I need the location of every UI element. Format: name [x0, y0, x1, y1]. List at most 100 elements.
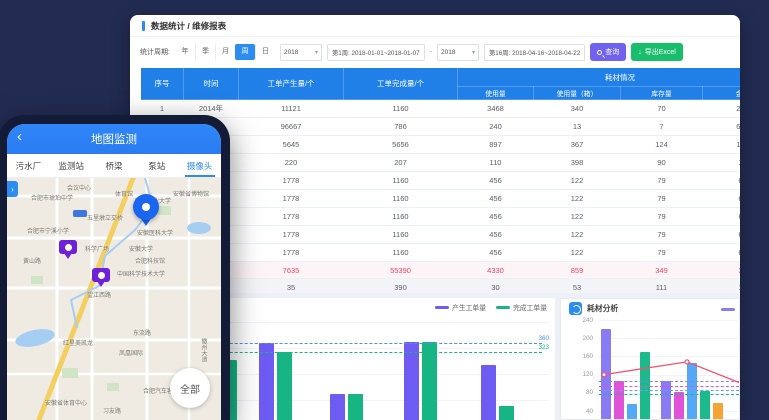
show-all-button[interactable]: 全部	[170, 368, 210, 408]
gridline	[599, 375, 739, 376]
table-cell: 456	[458, 226, 534, 244]
table-body: 12014年1112111603468340702502966677862401…	[141, 100, 741, 294]
table-cell: 340	[534, 100, 621, 118]
table-row: 296667786240137690	[141, 118, 741, 136]
table-cell: 110	[458, 154, 534, 172]
total-cell: 4330	[458, 262, 534, 279]
table-cell: 122	[534, 244, 621, 262]
table-cell: 3468	[458, 100, 534, 118]
filter-label: 统计周期:	[140, 47, 170, 57]
week-end-input[interactable]: 第16周: 2018-04-16~2018-04-22	[484, 44, 585, 61]
gridline	[599, 338, 739, 339]
map-view[interactable]: 会议中心合肥市琥珀中学体育馆安徽农业大学安徽省博物馆五里墩立交桥合肥市宁溪小学安…	[7, 178, 221, 420]
table-cell: 786	[344, 118, 458, 136]
column-header: 时间	[184, 68, 239, 100]
bar	[713, 403, 723, 420]
column-header: 工单产生量/个	[239, 68, 344, 100]
selected-location-pin[interactable]	[133, 194, 159, 230]
period-option-年[interactable]: 年	[175, 44, 195, 60]
tab-污水厂[interactable]: 污水厂	[7, 154, 50, 177]
back-button[interactable]: ‹	[17, 128, 22, 145]
table-row: 6177811604561227967	[141, 190, 741, 208]
table-cell: 1160	[344, 226, 458, 244]
tab-泵站[interactable]: 泵站	[135, 154, 178, 177]
total-row: 合计763555390433085934933	[141, 262, 741, 279]
table-cell: 122	[534, 208, 621, 226]
query-button[interactable]: 查询	[590, 43, 626, 61]
camera-marker[interactable]	[92, 268, 110, 288]
table-cell: 79	[621, 226, 703, 244]
panel-expander-chip[interactable]: ›	[7, 181, 18, 197]
table-cell: 7	[621, 118, 703, 136]
period-option-季[interactable]: 季	[195, 44, 215, 60]
average-cell: 30	[458, 279, 534, 294]
table-cell: 96667	[239, 118, 344, 136]
table-cell: 456	[458, 172, 534, 190]
table-cell: 5656	[344, 136, 458, 154]
bar-完成工单量	[277, 352, 292, 420]
map-label: 合肥市宁溪小学	[27, 226, 69, 235]
group-header: 耗材情况	[458, 68, 741, 87]
camera-icon	[59, 240, 77, 254]
table-cell: 67	[703, 172, 741, 190]
road-number-badge	[73, 210, 87, 217]
table-cell: 122	[534, 226, 621, 244]
map-label: 安徽省体育中心	[45, 398, 87, 407]
screen-background: 数据统计 / 维修报表 统计周期: 年季月周日 2018 ▾ 第1周: 2018…	[0, 0, 769, 420]
table-cell: 1778	[239, 244, 344, 262]
map-label: 中国科学技术大学	[117, 269, 165, 278]
period-option-周[interactable]: 周	[235, 44, 255, 60]
table-cell: 456	[458, 208, 534, 226]
table-cell: 67	[703, 190, 741, 208]
table-cell: 1778	[239, 190, 344, 208]
bar-完成工单量	[422, 342, 437, 420]
reference-line	[599, 390, 739, 391]
tab-摄像头[interactable]: 摄像头	[178, 154, 221, 177]
tab-监测站[interactable]: 监测站	[50, 154, 93, 177]
year-end-select[interactable]: 2018 ▾	[437, 44, 479, 61]
average-row: 平均值35390305311114	[141, 279, 741, 294]
table-cell: 79	[621, 208, 703, 226]
map-label: 安徽省博物馆	[173, 189, 209, 198]
reference-line	[599, 381, 739, 382]
filter-bar: 统计周期: 年季月周日 2018 ▾ 第1周: 2018-01-01~2018-…	[130, 37, 740, 67]
table-cell: 122	[534, 190, 621, 208]
week-start-input[interactable]: 第1周: 2018-01-01~2018-01-07	[327, 44, 425, 61]
export-excel-button[interactable]: ↓ 导出Excel	[631, 43, 683, 61]
map-label: 科学广场	[85, 244, 109, 253]
search-icon	[597, 50, 602, 55]
period-option-月[interactable]: 月	[215, 44, 235, 60]
bar	[627, 404, 637, 420]
map-label: 合肥科技馆	[135, 256, 165, 265]
table-cell: 5645	[239, 136, 344, 154]
table-cell: 897	[458, 136, 534, 154]
phone-mockup: ‹ 地图监测 污水厂监测站桥梁泵站摄像头	[0, 115, 230, 420]
y-axis-label: 160	[563, 353, 593, 360]
table-cell: 122	[534, 172, 621, 190]
gridline	[599, 356, 739, 357]
total-cell: 859	[534, 262, 621, 279]
table-row: 42202071103989019	[141, 154, 741, 172]
year-start-select[interactable]: 2018 ▾	[280, 44, 322, 61]
breadcrumb-accent-bar	[142, 21, 145, 31]
average-cell: 35	[239, 279, 344, 294]
map-label: 习友路	[103, 406, 121, 415]
report-table: 序号时间工单产生量/个工单完成量/个耗材情况使用量使用量（箱）库存量金额1201…	[140, 67, 740, 293]
table-row: 12014年111211160346834070250	[141, 100, 741, 118]
download-icon: ↓	[638, 49, 642, 56]
table-cell: 67	[703, 208, 741, 226]
map-label: 徽州大道	[199, 338, 208, 362]
camera-marker[interactable]	[59, 240, 77, 260]
period-option-日[interactable]: 日	[255, 44, 275, 60]
table-cell: 1160	[344, 208, 458, 226]
y-axis-label: 240	[563, 317, 593, 324]
column-header: 序号	[141, 68, 184, 100]
table-row: 7177811604561227967	[141, 208, 741, 226]
table-head: 序号时间工单产生量/个工单完成量/个耗材情况使用量使用量（箱）库存量金额	[141, 68, 741, 100]
reference-label: 323	[538, 344, 549, 351]
map-label: 合肥市琥珀中学	[31, 193, 73, 202]
table-cell: 240	[458, 118, 534, 136]
table-cell: 70	[621, 100, 703, 118]
tab-桥梁[interactable]: 桥梁	[93, 154, 136, 177]
table-cell: 1160	[344, 100, 458, 118]
